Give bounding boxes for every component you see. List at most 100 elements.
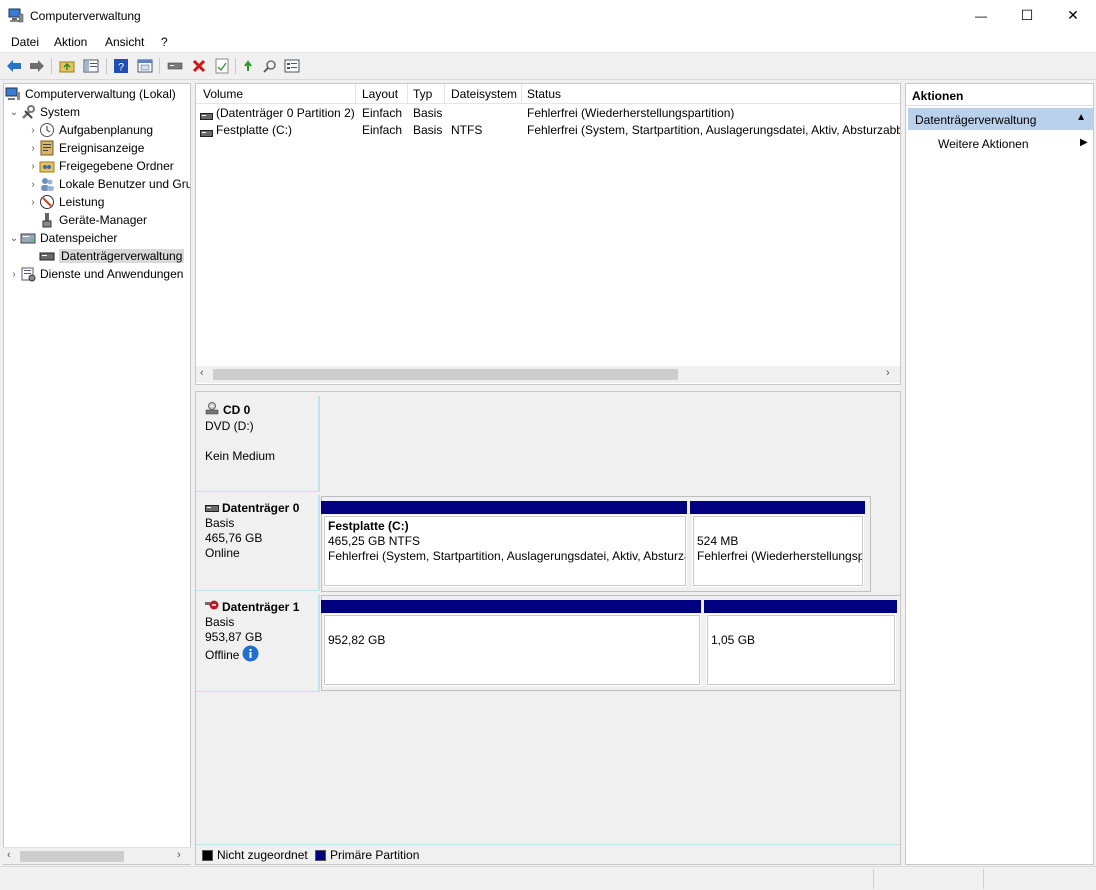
volume-drive-icon: [200, 126, 213, 140]
partition-disk1-1[interactable]: 952,82 GB: [323, 614, 701, 686]
tree-item-ereignisanzeige[interactable]: › Ereignisanzeige: [27, 139, 144, 157]
users-icon: [39, 176, 55, 192]
submenu-arrow-icon: ▶: [1080, 137, 1088, 148]
chevron-right-icon[interactable]: ›: [8, 269, 20, 280]
chevron-down-icon[interactable]: ⌄: [8, 107, 20, 118]
delete-icon[interactable]: [190, 57, 208, 75]
disk-info-cd0[interactable]: CD 0 DVD (D:) Kein Medium: [196, 396, 320, 492]
list-horizontal-scrollbar[interactable]: ‹ ›: [196, 366, 900, 383]
minimize-button[interactable]: —: [958, 0, 1004, 31]
volume-drive-icon: [200, 109, 213, 123]
tree-item-geraete-manager[interactable]: Geräte-Manager: [39, 211, 147, 229]
toolbar: ?: [0, 53, 1096, 80]
cd-drive-icon: [205, 402, 220, 419]
minimize-icon: —: [975, 8, 987, 23]
tree-item-datenspeicher[interactable]: ⌄ Datenspeicher: [8, 229, 118, 247]
export-list-icon[interactable]: [136, 57, 154, 75]
legend-swatch-unallocated: [202, 850, 213, 861]
scroll-left-icon[interactable]: ‹: [200, 367, 204, 379]
services-icon: [20, 266, 36, 282]
actions-pane: Aktionen Datenträgerverwaltung ▲ Weitere…: [905, 83, 1094, 865]
tree-item-freigegebene-ordner[interactable]: › Freigegebene Ordner: [27, 157, 173, 175]
table-row[interactable]: Festplatte (C:) Einfach Basis NTFS Fehle…: [196, 122, 900, 139]
tree-item-dienste[interactable]: › Dienste und Anwendungen: [8, 265, 183, 283]
menu-ansicht[interactable]: Ansicht: [105, 35, 144, 49]
legend-swatch-primary: [315, 850, 326, 861]
legend: Nicht zugeordnet Primäre Partition: [196, 844, 900, 864]
settings-icon[interactable]: [283, 57, 301, 75]
tree-item-system[interactable]: ⌄ System: [8, 103, 80, 121]
svg-text:?: ?: [118, 62, 124, 74]
column-status[interactable]: Status: [527, 87, 561, 101]
scroll-thumb[interactable]: [20, 851, 124, 862]
disk-management-icon: [39, 248, 55, 264]
navigation-tree: Computerverwaltung (Lokal) ⌄ System › Au…: [3, 83, 191, 865]
forward-arrow-icon[interactable]: [28, 57, 46, 75]
tree-item-aufgabenplanung[interactable]: › Aufgabenplanung: [27, 121, 153, 139]
column-typ[interactable]: Typ: [413, 87, 432, 101]
list-header: Volume Layout Typ Dateisystem Status: [196, 84, 900, 104]
show-hide-tree-icon[interactable]: [82, 57, 100, 75]
menu-help[interactable]: ?: [161, 35, 168, 49]
properties-icon[interactable]: [213, 57, 231, 75]
chevron-right-icon[interactable]: ›: [27, 161, 39, 172]
computer-management-icon: [8, 8, 24, 23]
column-layout[interactable]: Layout: [362, 87, 398, 101]
title-bar: Computerverwaltung — ☐ ✕: [0, 0, 1096, 31]
maximize-button[interactable]: ☐: [1004, 0, 1050, 31]
back-arrow-icon[interactable]: [5, 57, 23, 75]
device-manager-icon: [39, 212, 55, 228]
partition-band-c: [321, 501, 687, 514]
system-tools-icon: [20, 104, 36, 120]
performance-icon: [39, 194, 55, 210]
collapse-up-icon[interactable]: ▲: [1076, 112, 1086, 123]
hard-disk-icon: [205, 501, 219, 516]
connect-drive-icon[interactable]: [166, 57, 184, 75]
event-viewer-icon: [39, 140, 55, 156]
column-dateisystem[interactable]: Dateisystem: [451, 87, 517, 101]
help-icon[interactable]: ?: [112, 57, 130, 75]
menu-aktion[interactable]: Aktion: [54, 35, 87, 49]
legend-label-unallocated: Nicht zugeordnet: [217, 848, 308, 862]
partition-band-recovery: [690, 501, 865, 514]
tree-item-lokale-benutzer[interactable]: › Lokale Benutzer und Gruppen: [27, 175, 190, 193]
actions-title: Aktionen: [906, 84, 1093, 106]
close-button[interactable]: ✕: [1050, 0, 1096, 31]
up-folder-icon[interactable]: [58, 57, 76, 75]
chevron-right-icon[interactable]: ›: [27, 179, 39, 190]
status-bar: [0, 866, 1096, 890]
tree-item-leistung[interactable]: › Leistung: [27, 193, 104, 211]
table-row[interactable]: (Datenträger 0 Partition 2) Einfach Basi…: [196, 105, 900, 122]
partition-c[interactable]: Festplatte (C:) 465,25 GB NTFS Fehlerfre…: [323, 515, 687, 587]
menu-datei[interactable]: Datei: [11, 35, 39, 49]
search-icon[interactable]: [261, 57, 279, 75]
partition-recovery[interactable]: 524 MB Fehlerfrei (Wiederherstellungspar…: [692, 515, 864, 587]
close-icon: ✕: [1067, 7, 1079, 23]
tree-item-datentraegerverwaltung[interactable]: Datenträgerverwaltung: [39, 247, 185, 265]
tree-item-root[interactable]: Computerverwaltung (Lokal): [5, 85, 176, 103]
disk-graphical-view: CD 0 DVD (D:) Kein Medium Datenträger 0 …: [195, 391, 901, 865]
scroll-right-icon[interactable]: ›: [177, 849, 181, 861]
info-icon[interactable]: [242, 645, 259, 666]
disk-info-1[interactable]: Datenträger 1 Basis 953,87 GB Offline: [196, 594, 320, 692]
partition-disk1-2[interactable]: 1,05 GB: [706, 614, 896, 686]
action-weitere-aktionen[interactable]: Weitere Aktionen: [938, 137, 1029, 151]
menu-bar: Datei Aktion Ansicht ?: [0, 31, 1096, 53]
scroll-thumb[interactable]: [213, 369, 678, 380]
window-title: Computerverwaltung: [30, 9, 141, 23]
column-volume[interactable]: Volume: [203, 87, 243, 101]
volume-list: Volume Layout Typ Dateisystem Status (Da…: [195, 83, 901, 385]
refresh-icon[interactable]: [239, 57, 257, 75]
chevron-right-icon[interactable]: ›: [27, 125, 39, 136]
scroll-right-icon[interactable]: ›: [886, 367, 890, 379]
disk-info-0[interactable]: Datenträger 0 Basis 465,76 GB Online: [196, 495, 320, 591]
tree-horizontal-scrollbar[interactable]: ‹ ›: [3, 847, 191, 864]
scroll-left-icon[interactable]: ‹: [7, 849, 11, 861]
offline-disk-icon: [205, 600, 219, 615]
chevron-right-icon[interactable]: ›: [27, 197, 39, 208]
partition-band-disk1-2: [704, 600, 897, 613]
chevron-right-icon[interactable]: ›: [27, 143, 39, 154]
chevron-down-icon[interactable]: ⌄: [8, 233, 20, 244]
actions-section-header[interactable]: Datenträgerverwaltung ▲: [908, 108, 1093, 130]
legend-label-primary: Primäre Partition: [330, 848, 420, 862]
